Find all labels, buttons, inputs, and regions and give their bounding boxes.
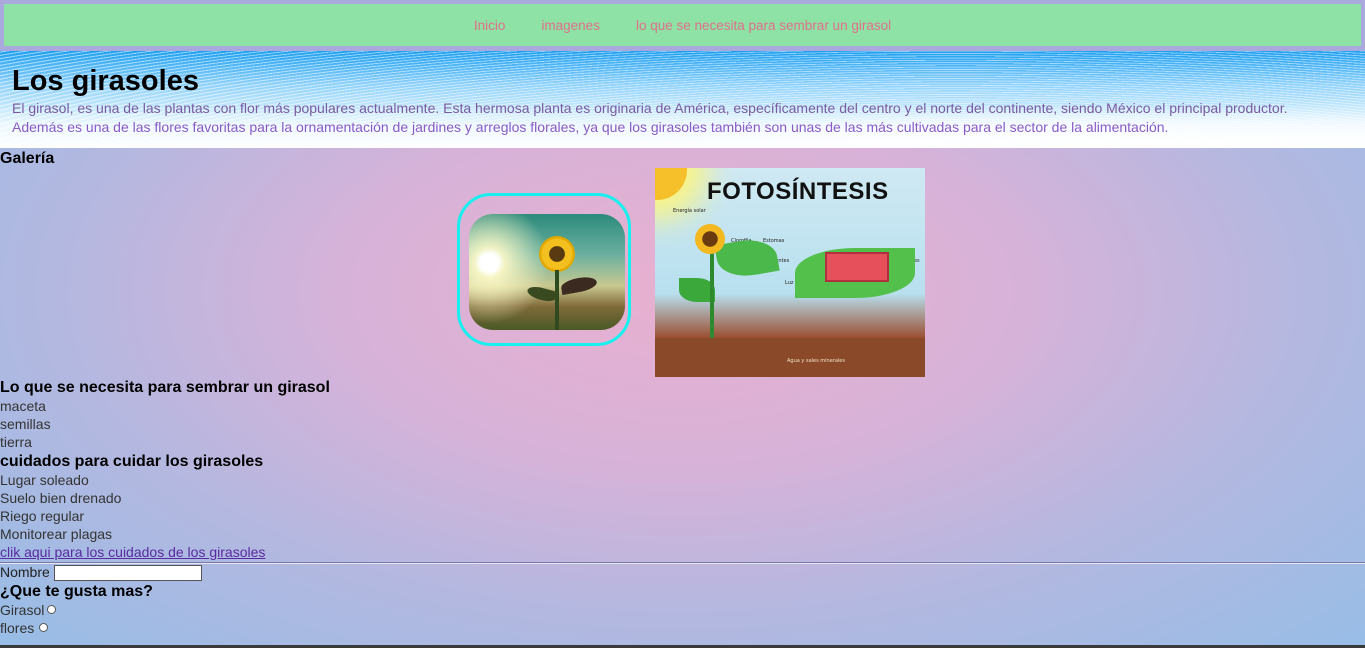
main-nav: Inicio imagenes lo que se necesita para … xyxy=(4,4,1361,46)
photosynthesis-diagram: FOTOSÍNTESIS Energía solar Clorofila Est… xyxy=(655,168,925,377)
diagram-title: FOTOSÍNTESIS xyxy=(707,178,889,205)
sun-icon xyxy=(655,168,687,200)
intro-paragraph-2: Además es una de las flores favoritas pa… xyxy=(12,119,1169,135)
list-item: maceta xyxy=(0,398,46,414)
list-item: Suelo bien drenado xyxy=(0,490,122,506)
nav-link-sembrar[interactable]: lo que se necesita para sembrar un giras… xyxy=(618,18,909,33)
top-bar: Inicio imagenes lo que se necesita para … xyxy=(0,0,1365,51)
care-link[interactable]: clik aqui para los cuidados de los giras… xyxy=(0,544,265,560)
list-item: Riego regular xyxy=(0,508,85,524)
list-item: semillas xyxy=(0,416,51,432)
list-item: Lugar soleado xyxy=(0,472,89,488)
stem-shape xyxy=(710,252,714,348)
nav-link-inicio[interactable]: Inicio xyxy=(456,18,524,33)
option-label-girasol: Girasol xyxy=(0,602,45,618)
diagram-label: Energía solar xyxy=(673,208,706,214)
page-title: Los girasoles xyxy=(12,65,199,97)
header-banner: Los girasoles El girasol, es una de las … xyxy=(0,51,1365,148)
question-heading: ¿Que te gusta mas? xyxy=(0,583,153,600)
radio-girasol[interactable] xyxy=(47,605,56,614)
care-heading: cuidados para cuidar los girasoles xyxy=(0,453,264,470)
gallery-heading: Galería xyxy=(0,150,55,167)
nav-link-imagenes[interactable]: imagenes xyxy=(523,18,618,33)
option-label-flores: flores xyxy=(0,620,35,636)
intro-paragraph-1: El girasol, es una de las plantas con fl… xyxy=(12,100,1288,116)
sunflower-icon xyxy=(695,224,725,254)
diagram-label: Agua y sales minerales xyxy=(787,358,845,364)
list-item: tierra xyxy=(0,434,32,450)
list-item: Monitorear plagas xyxy=(0,526,113,542)
divider xyxy=(0,562,1365,564)
leaf-shape xyxy=(560,274,598,296)
name-input[interactable] xyxy=(54,565,202,581)
name-label: Nombre xyxy=(0,564,50,580)
sunflower-icon xyxy=(539,236,575,272)
stem-shape xyxy=(555,270,559,330)
radio-flores[interactable] xyxy=(39,623,48,632)
needs-heading: Lo que se necesita para sembrar un giras… xyxy=(0,379,330,396)
sunflower-photo xyxy=(469,214,625,330)
chloroplast-shape xyxy=(825,252,889,282)
leaf-shape xyxy=(525,284,559,304)
